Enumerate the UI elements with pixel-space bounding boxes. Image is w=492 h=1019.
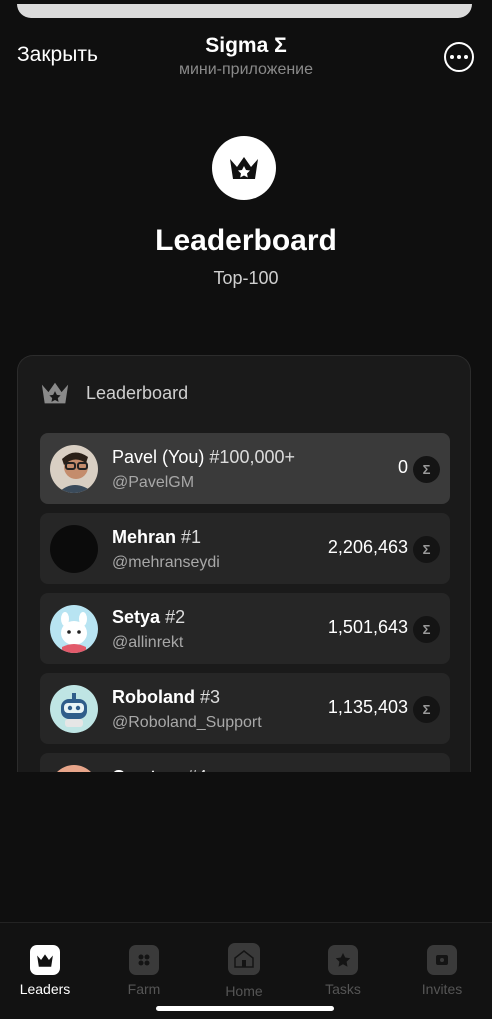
farm-icon: [129, 945, 159, 975]
hero-subtitle: Top-100: [213, 268, 279, 288]
star-icon: [328, 945, 358, 975]
crown-icon: [41, 382, 69, 404]
home-icon: [228, 943, 260, 975]
sigma-coin-icon: Σ: [413, 696, 440, 723]
invite-icon: [427, 945, 457, 975]
row-name: Pavel (You) #100,000+: [112, 447, 295, 467]
bottom-tab-bar: Leaders Farm Home Tasks Invites: [0, 922, 492, 1019]
sigma-coin-icon: Σ: [413, 616, 440, 643]
tab-home[interactable]: Home: [209, 943, 279, 999]
row-handle: @allinrekt: [112, 634, 184, 651]
sigma-coin-icon: Σ: [413, 536, 440, 563]
row-score: 0: [397, 457, 408, 477]
row-name: Mehran #1: [112, 527, 202, 547]
crown-icon: [30, 945, 60, 975]
app-subtitle: мини-приложение: [178, 61, 314, 78]
row-handle: @Roboland_Support: [112, 714, 262, 731]
hero-title: Leaderboard: [155, 224, 337, 257]
leaderboard-row-me[interactable]: Pavel (You) #100,000+ @PavelGM 0 Σ: [40, 433, 450, 504]
leaderboard-row[interactable]: Roboland #3 @Roboland_Support 1,135,403 …: [40, 673, 450, 744]
crown-icon: [212, 136, 276, 200]
tab-invites[interactable]: Invites: [407, 945, 477, 997]
avatar: [50, 685, 98, 733]
top-sheet-handle: [17, 4, 472, 18]
avatar: [50, 445, 98, 493]
more-options-button[interactable]: [444, 42, 474, 72]
tab-leaders[interactable]: Leaders: [10, 945, 80, 997]
tab-label: Farm: [127, 981, 161, 997]
avatar: [50, 525, 98, 573]
app-title: Sigma Σ: [205, 34, 287, 57]
leaderboard-label: Leaderboard: [86, 382, 189, 403]
row-handle: @PavelGM: [112, 474, 195, 491]
row-handle: @mehranseydi: [112, 554, 220, 571]
tab-tasks[interactable]: Tasks: [308, 945, 378, 997]
leaderboard-row[interactable]: Setya #2 @allinrekt 1,501,643 Σ: [40, 593, 450, 664]
leaderboard-header: Leaderboard: [40, 380, 188, 406]
tab-label: Tasks: [325, 981, 361, 997]
row-name: Roboland #3: [112, 687, 221, 707]
row-score: 1,135,403: [327, 697, 408, 717]
avatar: [50, 605, 98, 653]
row-name: Setya #2: [112, 607, 186, 627]
app-header: Закрыть Sigma Σ мини-приложение: [0, 28, 492, 88]
tab-label: Invites: [421, 981, 463, 997]
tab-label: Home: [225, 983, 263, 999]
row-score: 1,501,643: [327, 617, 408, 637]
tab-label: Leaders: [19, 981, 71, 997]
sigma-coin-icon: Σ: [413, 456, 440, 483]
leaderboard-card: Leaderboard Pavel (You) #100,000+ @Pavel…: [17, 355, 471, 775]
scroll-fade: [0, 772, 492, 922]
leaderboard-row[interactable]: Mehran #1 @mehranseydi 2,206,463 Σ: [40, 513, 450, 584]
tab-farm[interactable]: Farm: [109, 945, 179, 997]
home-indicator: [156, 1006, 334, 1011]
row-score: 2,206,463: [327, 537, 408, 557]
